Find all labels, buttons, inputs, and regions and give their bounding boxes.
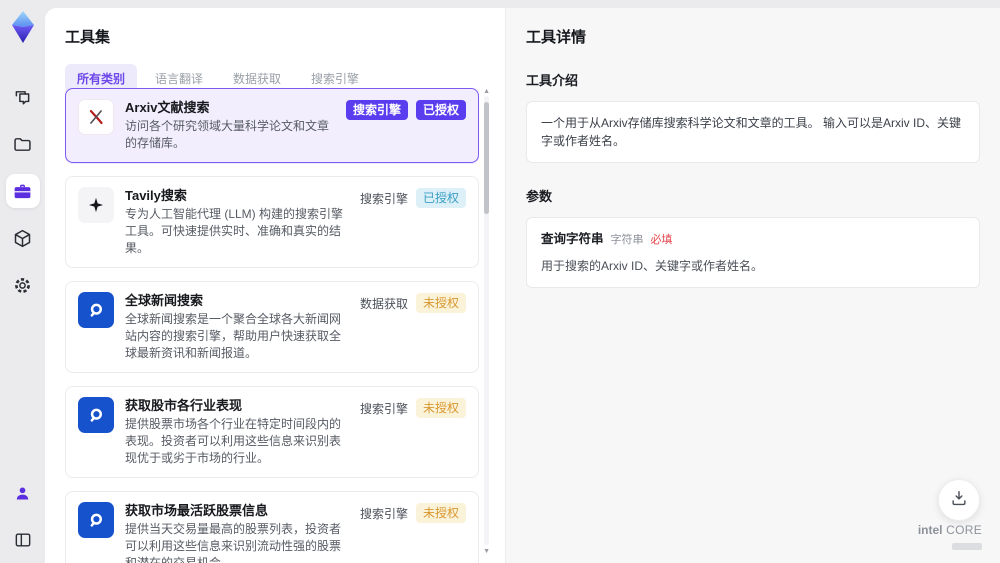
auth-status-badge: 未授权: [415, 503, 466, 523]
sidebar-item-models[interactable]: [6, 221, 40, 255]
category-badge: 搜索引擎: [345, 100, 408, 120]
folder-icon: [12, 134, 33, 155]
tool-card-global-news[interactable]: 全球新闻搜索 全球新闻搜索是一个聚合全球各大新闻网站内容的搜索引擎，帮助用户快速…: [65, 281, 479, 373]
tavily-star-icon: [78, 187, 114, 223]
param-name: 查询字符串: [541, 232, 604, 246]
brand-core-text: CORE: [946, 523, 982, 537]
list-scrollbar[interactable]: [484, 96, 489, 545]
tool-description: 专为人工智能代理 (LLM) 构建的搜索引擎工具。可快速提供实时、准确和真实的结…: [125, 207, 344, 255]
toolset-panel: 工具集 所有类别 语言翻译 数据获取 搜索引擎 Arxiv文献搜索 访问各个研究…: [45, 8, 505, 563]
chat-icon: [12, 87, 33, 108]
cube-icon: [12, 228, 33, 249]
sidebar-item-profile[interactable]: [6, 476, 40, 510]
panel-toggle-icon: [13, 530, 33, 550]
category-label: 搜索引擎: [359, 191, 408, 206]
app-logo-icon: [8, 10, 38, 44]
tool-list: Arxiv文献搜索 访问各个研究领域大量科学论文和文章的存储库。 搜索引擎 已授…: [65, 88, 479, 563]
sidebar-item-files[interactable]: [6, 127, 40, 161]
tool-card-most-active-stocks[interactable]: 获取市场最活跃股票信息 提供当天交易量最高的股票列表，投资者可以利用这些信息来识…: [65, 491, 479, 563]
tool-description: 提供当天交易量最高的股票列表，投资者可以利用这些信息来识别流动性强的股票和潜在的…: [125, 522, 342, 563]
tool-name: 获取股市各行业表现: [125, 398, 243, 413]
auth-status-badge: 未授权: [415, 398, 466, 418]
news-search-icon: [78, 502, 114, 538]
briefcase-icon: [12, 181, 33, 202]
params-heading: 参数: [526, 189, 553, 204]
arxiv-logo-icon: [78, 99, 114, 135]
intro-heading: 工具介绍: [526, 73, 579, 88]
news-search-icon: [78, 292, 114, 328]
auth-status-badge: 未授权: [415, 293, 466, 313]
download-button[interactable]: [938, 479, 980, 521]
param-type: 字符串: [610, 234, 644, 246]
page-title: 工具集: [65, 29, 111, 46]
tool-description: 全球新闻搜索是一个聚合全球各大新闻网站内容的搜索引擎，帮助用户快速获取全球最新资…: [125, 312, 342, 360]
download-icon: [949, 488, 969, 513]
tool-name: Tavily搜索: [125, 188, 187, 203]
intro-box: 一个用于从Arxiv存储库搜索科学论文和文章的工具。 输入可以是Arxiv ID…: [526, 101, 980, 163]
intro-text: 一个用于从Arxiv存储库搜索科学论文和文章的工具。 输入可以是Arxiv ID…: [541, 116, 962, 148]
tool-card-arxiv[interactable]: Arxiv文献搜索 访问各个研究领域大量科学论文和文章的存储库。 搜索引擎 已授…: [65, 88, 479, 163]
tool-name: 获取市场最活跃股票信息: [125, 503, 269, 518]
tool-name: 全球新闻搜索: [125, 293, 204, 308]
intel-core-brand: intel CORE: [918, 523, 982, 555]
sidebar-item-collapse[interactable]: [6, 523, 40, 557]
param-required-label: 必填: [650, 234, 673, 246]
tool-description: 访问各个研究领域大量科学论文和文章的存储库。: [125, 119, 330, 150]
scroll-up-arrow[interactable]: ▲: [483, 88, 490, 95]
brand-sub-bar: [952, 543, 982, 550]
sidebar-item-settings[interactable]: [6, 268, 40, 302]
detail-title: 工具详情: [526, 29, 587, 46]
category-label: 搜索引擎: [359, 401, 408, 416]
parameter-box: 查询字符串 字符串 必填 用于搜索的Arxiv ID、关键字或作者姓名。: [526, 217, 980, 288]
tool-description: 提供股票市场各个行业在特定时间段内的表现。投资者可以利用这些信息来识别表现优于或…: [125, 417, 342, 465]
tool-card-tavily[interactable]: Tavily搜索 专为人工智能代理 (LLM) 构建的搜索引擎工具。可快速提供实…: [65, 176, 479, 268]
tool-name: Arxiv文献搜索: [125, 100, 210, 115]
param-description: 用于搜索的Arxiv ID、关键字或作者姓名。: [541, 259, 764, 273]
sidebar-item-chat[interactable]: [6, 80, 40, 114]
app-sidebar: [0, 0, 45, 563]
user-icon: [13, 484, 32, 503]
main-content: 工具集 所有类别 语言翻译 数据获取 搜索引擎 Arxiv文献搜索 访问各个研究…: [45, 8, 1000, 563]
category-label: 数据获取: [359, 296, 408, 311]
gear-icon: [12, 275, 33, 296]
auth-status-badge: 已授权: [415, 188, 466, 208]
category-label: 搜索引擎: [359, 506, 408, 521]
scroll-down-arrow[interactable]: ▼: [483, 548, 490, 555]
tool-detail-panel: 工具详情 工具介绍 一个用于从Arxiv存储库搜索科学论文和文章的工具。 输入可…: [505, 8, 1000, 563]
tool-card-sector-performance[interactable]: 获取股市各行业表现 提供股票市场各个行业在特定时间段内的表现。投资者可以利用这些…: [65, 386, 479, 478]
sidebar-item-toolset[interactable]: [5, 174, 40, 208]
auth-status-badge: 已授权: [415, 100, 466, 120]
scrollbar-thumb[interactable]: [484, 102, 489, 214]
news-search-icon: [78, 397, 114, 433]
